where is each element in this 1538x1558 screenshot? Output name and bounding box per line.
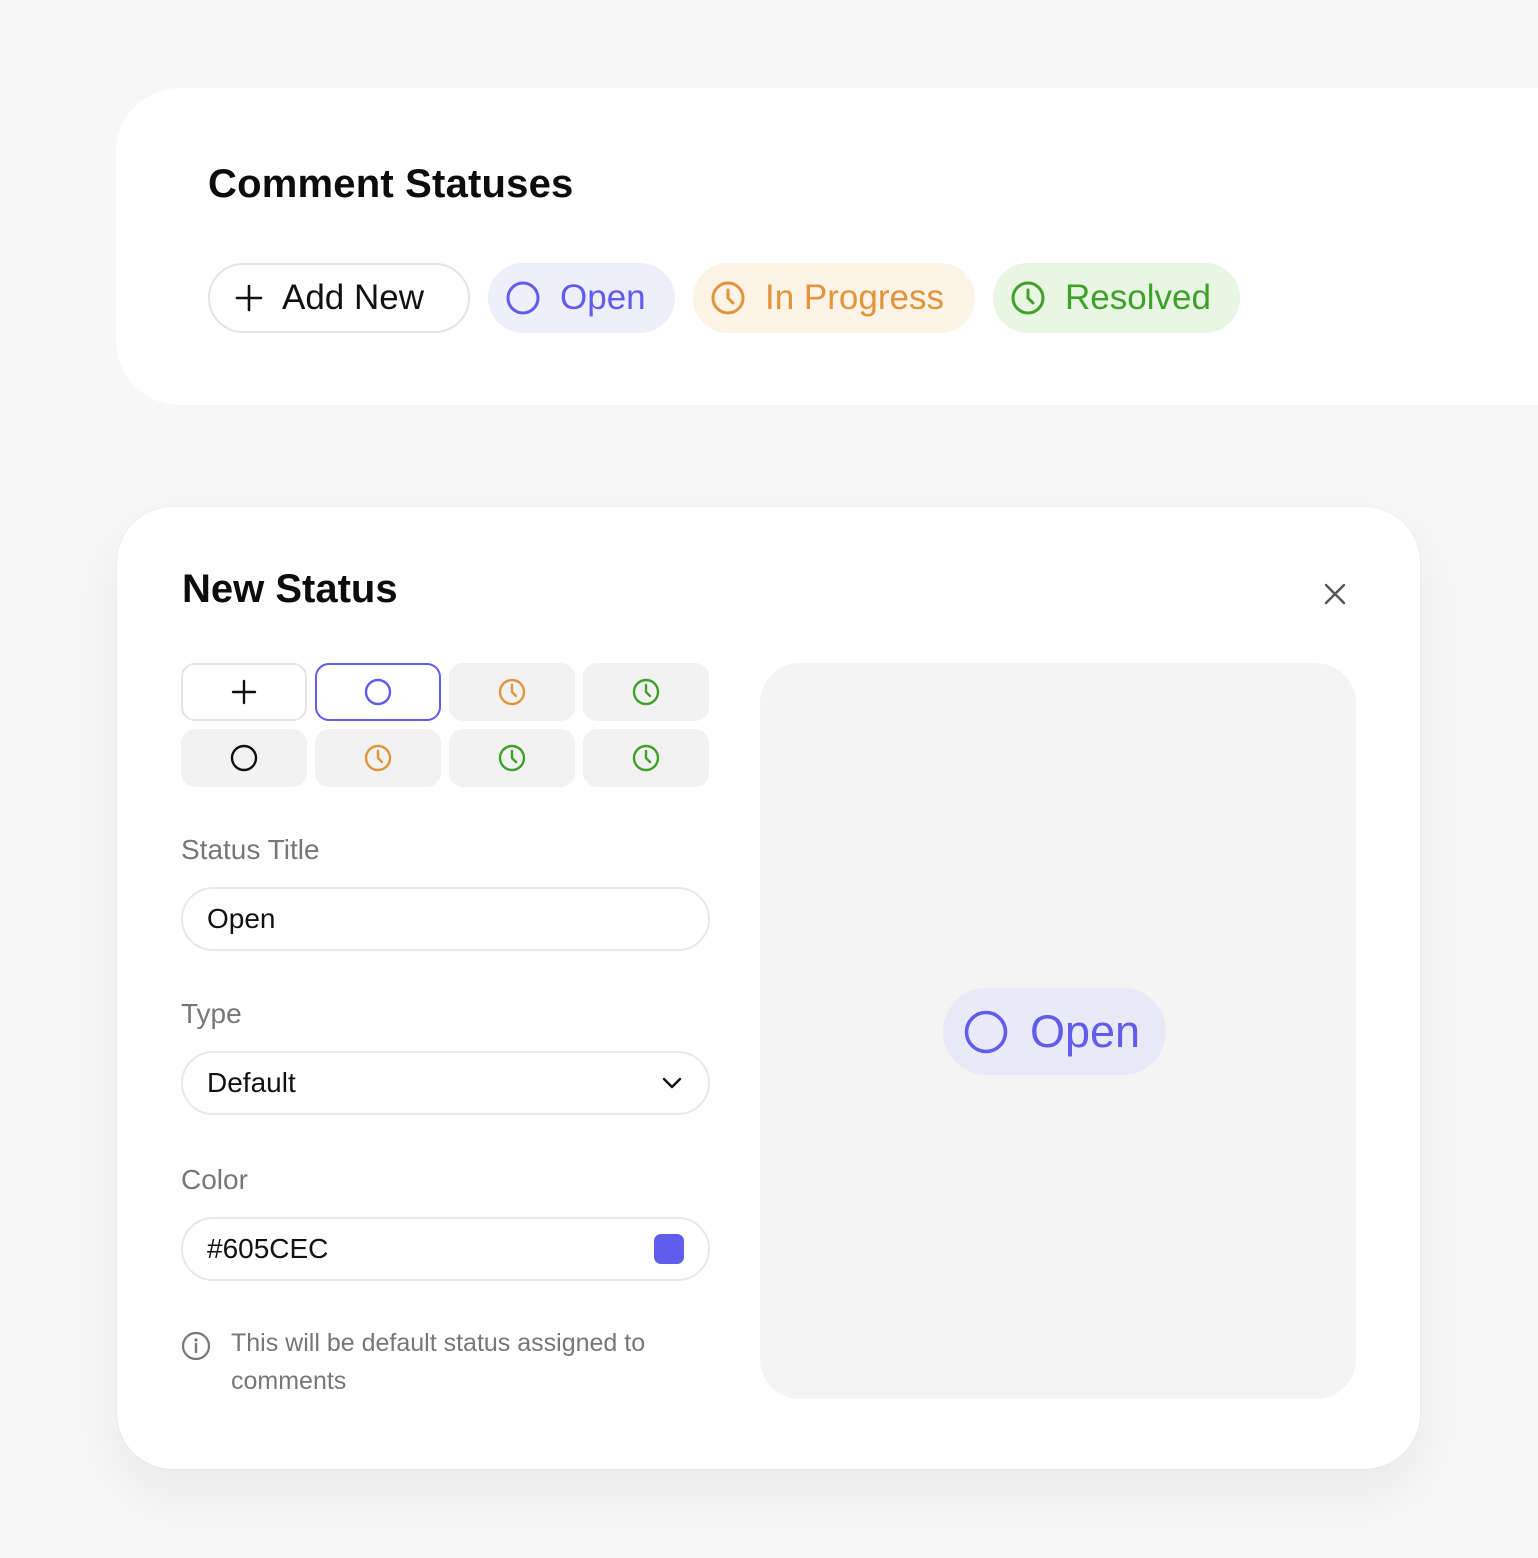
circle-icon (506, 281, 540, 315)
type-select-value: Default (207, 1067, 296, 1098)
color-label: Color (181, 1164, 248, 1195)
icon-option-clock-green[interactable] (583, 663, 709, 721)
clock-icon (498, 744, 526, 772)
close-button[interactable] (1318, 577, 1352, 611)
status-title-field-wrapper (181, 887, 710, 951)
status-preview: Open (760, 663, 1356, 1399)
color-input[interactable]: #605CEC (207, 1233, 654, 1265)
icon-option-clock-green-2[interactable] (449, 729, 575, 787)
status-chip-label: Open (560, 278, 646, 317)
clock-icon (364, 744, 392, 772)
status-title-input[interactable] (207, 903, 684, 935)
color-field-wrapper: #605CEC (181, 1217, 710, 1281)
icon-option-clock-orange[interactable] (449, 663, 575, 721)
clock-icon (711, 281, 745, 315)
hint: This will be default status assigned to … (181, 1329, 701, 1400)
status-chip-label: Resolved (1065, 278, 1211, 317)
icon-option-plus[interactable] (181, 663, 307, 721)
type-label: Type (181, 998, 242, 1029)
hint-text: This will be default status assigned to … (231, 1329, 646, 1395)
type-select[interactable]: Default (181, 1051, 710, 1115)
icon-option-circle-selected[interactable] (315, 663, 441, 721)
circle-icon (230, 744, 258, 772)
circle-icon (964, 1010, 1008, 1053)
preview-chip: Open (943, 988, 1167, 1075)
clock-icon (1011, 281, 1045, 315)
plus-icon (231, 679, 257, 705)
add-new-label: Add New (282, 278, 425, 317)
icon-option-clock-green-3[interactable] (583, 729, 709, 787)
icon-option-circle-black[interactable] (181, 729, 307, 787)
status-chip-resolved[interactable]: Resolved (993, 263, 1240, 333)
plus-icon (235, 284, 263, 312)
panel-title: Comment Statuses (208, 162, 574, 206)
add-new-status-button[interactable]: Add New (208, 263, 470, 333)
preview-chip-label: Open (1030, 1005, 1141, 1057)
close-icon (1324, 583, 1346, 605)
circle-icon (364, 678, 392, 706)
new-status-modal: New Status Status Title Open Type Defaul… (117, 507, 1420, 1469)
info-icon (181, 1331, 211, 1361)
modal-title: New Status (182, 567, 398, 611)
icon-option-clock-orange-2[interactable] (315, 729, 441, 787)
status-chip-label: In Progress (765, 278, 944, 317)
status-chip-in-progress[interactable]: In Progress (693, 263, 975, 333)
chevron-down-icon (662, 1077, 682, 1089)
clock-icon (498, 678, 526, 706)
color-swatch[interactable] (654, 1234, 684, 1264)
comment-statuses-panel: Comment Statuses Add New Open In Progres… (116, 88, 1538, 405)
clock-icon (632, 678, 660, 706)
clock-icon (632, 744, 660, 772)
status-title-label: Status Title (181, 834, 320, 865)
status-chip-open[interactable]: Open (488, 263, 675, 333)
